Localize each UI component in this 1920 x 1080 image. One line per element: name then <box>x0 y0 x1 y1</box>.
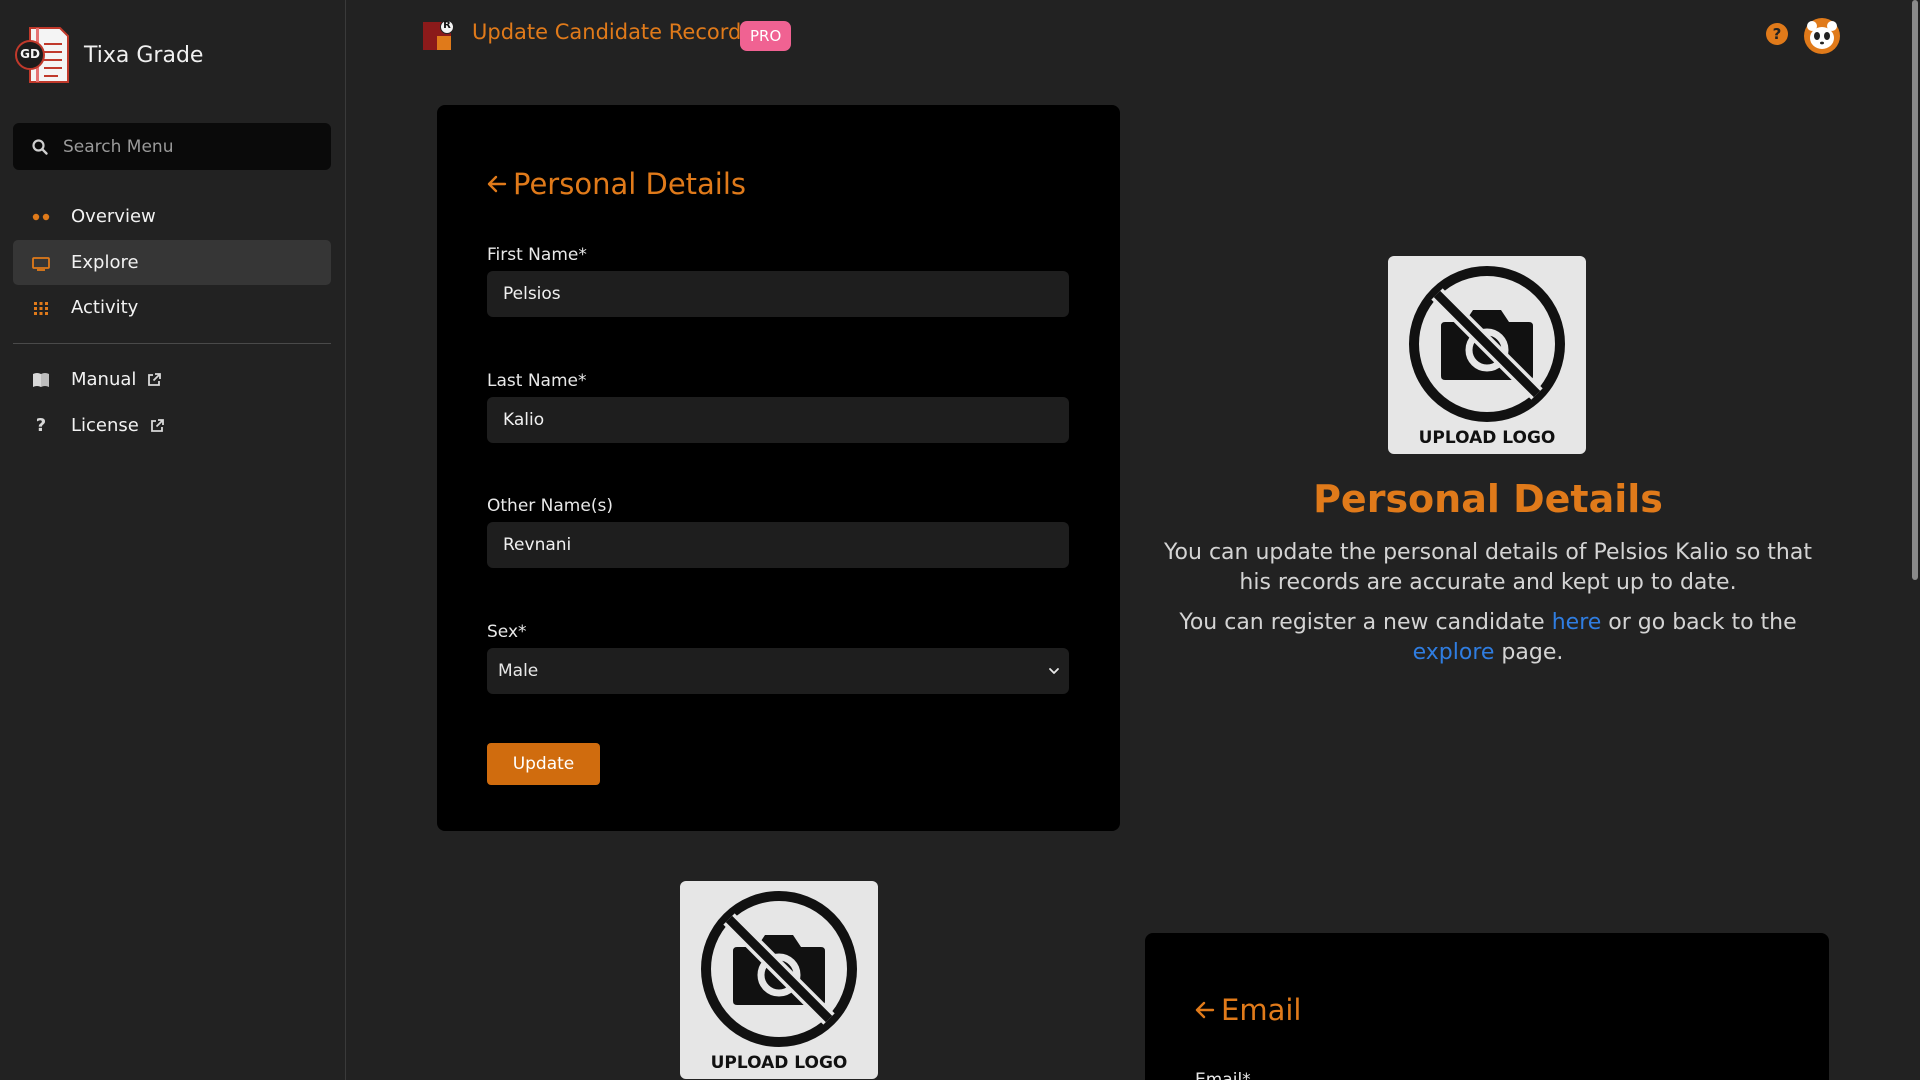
avatar[interactable] <box>1803 17 1841 55</box>
register-suffix: page. <box>1494 640 1564 665</box>
sidebar-item-label: Explore <box>71 252 139 273</box>
sidebar-item-label: Activity <box>71 297 139 318</box>
sidebar-item-label: License <box>71 415 139 436</box>
back-arrow-icon <box>487 175 507 193</box>
external-link-icon <box>148 372 162 386</box>
form-heading-text: Personal Details <box>513 167 747 201</box>
back-arrow-icon <box>1195 1001 1215 1019</box>
brand[interactable]: GD Tixa Grade <box>14 24 203 86</box>
brand-name: Tixa Grade <box>84 42 204 68</box>
brand-logo-icon: GD <box>14 24 72 86</box>
last-name-label: Last Name* <box>487 371 587 391</box>
upload-logo-text: UPLOAD LOGO <box>710 1053 848 1073</box>
grid-icon <box>31 298 51 318</box>
upload-logo-text: UPLOAD LOGO <box>1418 428 1556 448</box>
info-description: You can update the personal details of P… <box>1164 540 1812 595</box>
upload-logo-button[interactable]: UPLOAD LOGO <box>680 881 878 1079</box>
sidebar-divider <box>13 343 331 344</box>
help-icon[interactable]: ? <box>1766 23 1788 45</box>
search-box[interactable] <box>13 123 331 170</box>
search-icon <box>32 138 48 155</box>
scrollbar[interactable] <box>1912 0 1918 580</box>
sidebar-item-license[interactable]: ? License <box>13 403 331 448</box>
no-camera-icon <box>701 891 857 1047</box>
dots-icon <box>31 207 51 227</box>
form-heading[interactable]: Personal Details <box>485 167 746 201</box>
sidebar: GD Tixa Grade Overview Explore <box>0 0 346 1080</box>
explore-link[interactable]: explore <box>1413 640 1495 665</box>
sex-select-value: Male <box>498 661 539 681</box>
chevron-down-icon <box>1049 668 1059 674</box>
book-icon <box>31 370 51 390</box>
email-form: Email Email* <box>1145 933 1829 1080</box>
question-icon: ? <box>35 415 47 436</box>
personal-details-form: Personal Details First Name* Last Name* … <box>437 105 1120 831</box>
first-name-input[interactable] <box>487 271 1069 317</box>
sidebar-item-activity[interactable]: Activity <box>13 285 331 330</box>
update-button[interactable]: Update <box>487 743 600 785</box>
other-names-label: Other Name(s) <box>487 496 613 516</box>
sidebar-item-overview[interactable]: Overview <box>13 194 331 239</box>
sidebar-item-label: Manual <box>71 369 137 390</box>
email-label: Email* <box>1195 1070 1251 1080</box>
sex-label: Sex* <box>487 622 527 642</box>
brand-badge: GD <box>20 47 40 61</box>
app-icon: R <box>423 20 455 52</box>
register-here-link[interactable]: here <box>1552 610 1602 635</box>
no-camera-icon <box>1409 266 1565 422</box>
first-name-label: First Name* <box>487 245 587 265</box>
app-icon-letter: R <box>443 20 451 31</box>
sidebar-item-manual[interactable]: Manual <box>13 357 331 402</box>
upload-logo-button[interactable]: UPLOAD LOGO <box>1388 256 1586 454</box>
register-middle: or go back to the <box>1601 610 1797 635</box>
email-heading-text: Email <box>1221 993 1302 1027</box>
info-register-text: You can register a new candidate here or… <box>1150 608 1826 668</box>
info-title: Personal Details <box>1313 477 1663 521</box>
page-title: Update Candidate Records <box>472 20 753 44</box>
sidebar-item-label: Overview <box>71 206 156 227</box>
last-name-input[interactable] <box>487 397 1069 443</box>
external-link-icon <box>150 418 164 432</box>
search-input[interactable] <box>63 136 303 157</box>
email-heading[interactable]: Email <box>1193 993 1301 1027</box>
sex-select[interactable]: Male <box>487 648 1069 694</box>
pro-badge: PRO <box>740 21 792 51</box>
sidebar-item-explore[interactable]: Explore <box>13 240 331 285</box>
monitor-icon <box>31 253 51 273</box>
other-names-input[interactable] <box>487 522 1069 568</box>
register-prefix: You can register a new candidate <box>1179 610 1552 635</box>
